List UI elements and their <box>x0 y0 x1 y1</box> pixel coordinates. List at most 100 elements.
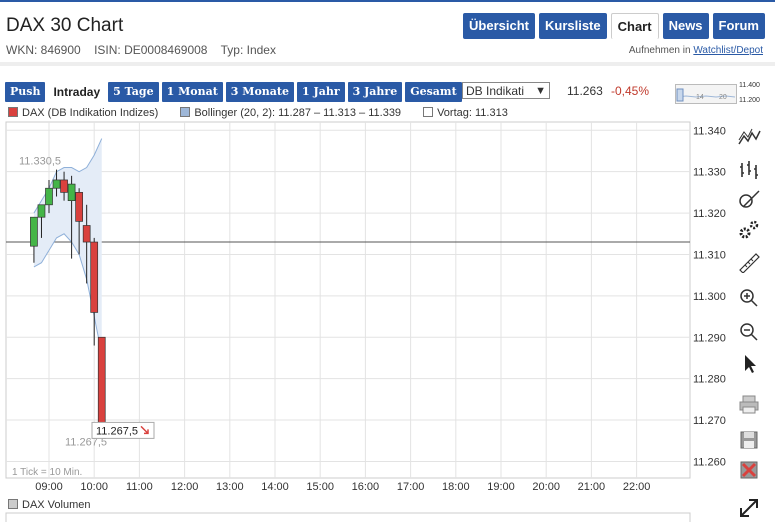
cursor-icon[interactable] <box>733 350 765 378</box>
tick-note: 1 Tick = 10 Min. <box>12 467 82 478</box>
y-tick-label: 11.260 <box>693 456 726 468</box>
x-tick-label: 21:00 <box>578 481 606 493</box>
x-tick-label: 20:00 <box>532 481 560 493</box>
range-low: 11.200 <box>739 97 760 104</box>
y-tick-label: 11.330 <box>693 167 726 179</box>
legend-vortag: Vortag: 11.313 <box>423 107 508 119</box>
y-tick-label: 11.340 <box>693 125 726 137</box>
x-tick-label: 11:00 <box>126 481 153 493</box>
tab-news[interactable]: News <box>662 13 709 39</box>
last-value-label: 11.267,5 <box>96 425 138 437</box>
x-tick-label: 09:00 <box>35 481 63 493</box>
last-price: 11.263 <box>567 84 603 98</box>
candle-body <box>75 192 83 222</box>
y-tick-label: 11.280 <box>693 374 726 386</box>
period-1-jahr[interactable]: 1 Jahr <box>297 82 345 102</box>
volume-legend: DAX Volumen <box>8 499 90 511</box>
legend-dax: DAX (DB Indikation Indizes) <box>8 107 158 119</box>
zoom-out-icon[interactable] <box>733 318 765 346</box>
volume-swatch <box>8 499 18 509</box>
print-icon[interactable] <box>733 390 765 418</box>
period-5-tage[interactable]: 5 Tage <box>108 82 159 102</box>
draw-icon[interactable] <box>733 186 765 214</box>
legend-bollinger-label: Bollinger (20, 2): 11.287 – 11.313 – 11.… <box>194 107 402 119</box>
legend-vortag-swatch <box>423 107 434 117</box>
top-accent-line <box>0 0 775 2</box>
low-annotation: 11.267,5 <box>65 436 107 448</box>
legend-bollinger: Bollinger (20, 2): 11.287 – 11.313 – 11.… <box>180 107 401 119</box>
candle-body <box>67 183 76 202</box>
legend-dax-swatch <box>8 107 18 117</box>
period-intraday[interactable]: Intraday <box>48 82 106 102</box>
ohlc-chart-icon[interactable] <box>733 156 765 184</box>
high-annotation: 11.330,5 <box>19 156 61 168</box>
candle-body <box>52 179 61 189</box>
last-value-box <box>91 421 155 439</box>
x-tick-label: 18:00 <box>442 481 470 493</box>
x-tick-label: 13:00 <box>216 481 244 493</box>
line-chart-icon[interactable] <box>733 124 765 152</box>
period-1-monat[interactable]: 1 Monat <box>161 82 223 102</box>
candle-body <box>30 216 38 247</box>
tab-chart[interactable]: Chart <box>610 13 659 39</box>
y-tick-label: 11.290 <box>693 332 726 344</box>
expand-icon[interactable] <box>733 494 765 522</box>
legend-dax-label: DAX (DB Indikation Indizes) <box>22 107 159 119</box>
price-chart[interactable]: 11.340 11.330 11.320 11.310 11.300 11.290 11.2… <box>0 0 775 522</box>
nav-tabs: Übersicht Kursliste Chart News Forum <box>463 13 765 39</box>
candle-body <box>82 225 91 243</box>
range-navigator-graphic <box>676 88 736 102</box>
page-title: DAX 30 Chart <box>6 15 124 36</box>
x-tick-label: 17:00 <box>397 481 425 493</box>
period-3-monate[interactable]: 3 Monate <box>225 82 294 102</box>
down-arrow-icon <box>140 425 149 435</box>
period-3-jahre[interactable]: 3 Jahre <box>347 82 403 102</box>
y-tick-label: 11.270 <box>693 415 726 427</box>
exchange-select[interactable]: DB Indikati ▼ <box>462 82 550 99</box>
bollinger-upper-line <box>33 138 103 214</box>
watchlist-line: Aufnehmen in Watchlist/Depot <box>629 45 763 56</box>
x-tick-label: 22:00 <box>623 481 651 493</box>
ruler-icon[interactable] <box>733 248 765 276</box>
period-selector: Push Intraday 5 Tage 1 Monat 3 Monate 1 … <box>5 82 462 102</box>
zoom-in-icon[interactable] <box>733 284 765 312</box>
candle-body <box>90 241 99 313</box>
legend-bollinger-swatch <box>180 107 191 117</box>
delete-icon[interactable] <box>733 456 765 484</box>
y-tick-label: 11.310 <box>693 249 726 261</box>
tab-kursliste[interactable]: Kursliste <box>538 13 607 39</box>
volume-label: DAX Volumen <box>22 499 91 511</box>
x-tick-label: 19:00 <box>487 481 515 493</box>
save-icon[interactable] <box>733 426 765 454</box>
tab-forum[interactable]: Forum <box>712 13 765 39</box>
period-gesamt[interactable]: Gesamt <box>405 82 462 102</box>
wkn-text: WKN: 846900 <box>6 43 81 57</box>
volume-panel <box>5 512 691 522</box>
chart-legend: DAX (DB Indikation Indizes) Bollinger (2… <box>8 107 508 119</box>
range-scale-b: 20 <box>719 94 727 101</box>
candle-body <box>97 336 106 429</box>
x-tick-label: 14:00 <box>261 481 289 493</box>
watchlist-prefix: Aufnehmen in <box>628 45 691 56</box>
exchange-select-value: DB Indikati <box>466 84 525 98</box>
instrument-meta: WKN: 846900 ISIN: DE0008469008 Typ: Inde… <box>6 43 286 57</box>
candle-body <box>60 179 68 193</box>
candle-body <box>45 187 53 206</box>
y-tick-label: 11.320 <box>693 208 726 220</box>
x-tick-label: 16:00 <box>352 481 380 493</box>
x-tick-label: 12:00 <box>171 481 199 493</box>
range-scale-a: 14 <box>696 94 704 101</box>
x-tick-label: 10:00 <box>80 481 108 493</box>
divider <box>0 62 775 66</box>
tab-uebersicht[interactable]: Übersicht <box>463 13 535 39</box>
isin-text: ISIN: DE0008469008 <box>94 43 208 57</box>
watchlist-link[interactable]: Watchlist/Depot <box>693 45 763 56</box>
type-text: Typ: Index <box>220 43 276 57</box>
range-high: 11.400 <box>739 82 760 89</box>
settings-icon[interactable] <box>733 216 765 244</box>
candle-body <box>37 204 46 218</box>
range-navigator[interactable]: 14 20 <box>675 84 737 104</box>
period-push[interactable]: Push <box>5 82 46 102</box>
legend-vortag-label: Vortag: 11.313 <box>437 107 508 119</box>
chevron-down-icon: ▼ <box>535 85 546 97</box>
